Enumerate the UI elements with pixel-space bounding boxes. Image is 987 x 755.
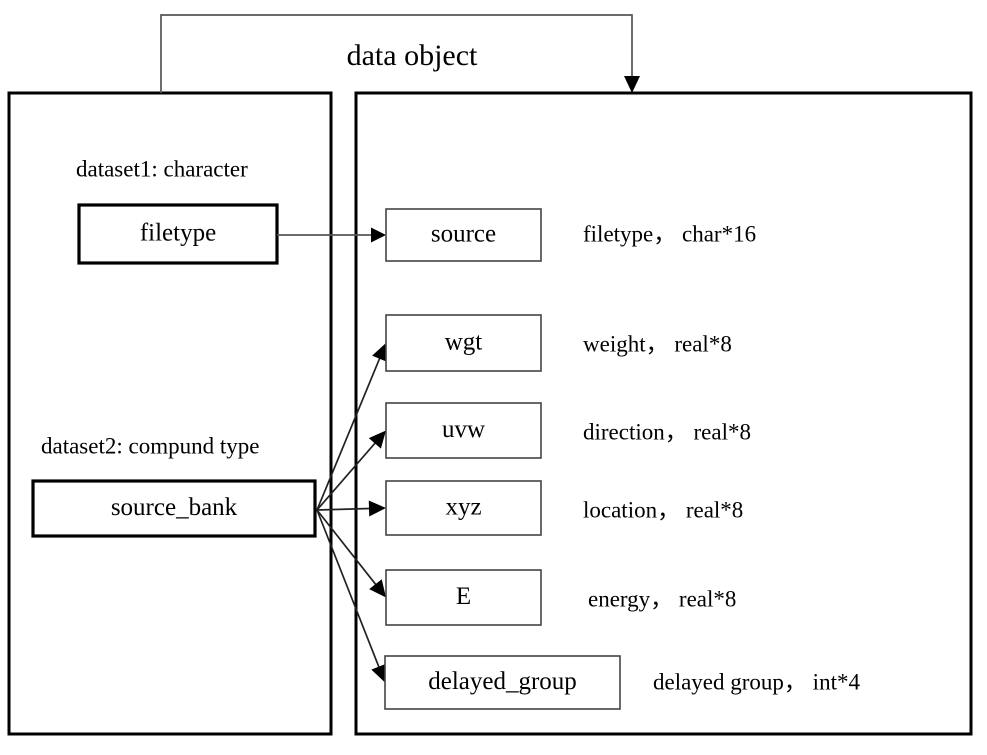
data-object-diagram: data object dataset1: characterfiletyped… bbox=[7, 14, 973, 736]
dataset-label: dataset1: character bbox=[76, 156, 248, 181]
field-box-label: xyz bbox=[445, 494, 481, 521]
field-description: energy， real*8 bbox=[588, 586, 736, 611]
source-node-label: source_bank bbox=[111, 494, 238, 521]
field-description: delayed group， int*4 bbox=[653, 669, 860, 694]
field-description: filetype， char*16 bbox=[583, 221, 756, 246]
field-box-label: delayed_group bbox=[428, 668, 577, 695]
field-description: weight， real*8 bbox=[583, 331, 732, 356]
diagram-root: data object dataset1: character filetype d… bbox=[0, 0, 987, 755]
dataset-group: dataset1: character filetype bbox=[76, 156, 279, 265]
field-description: location， real*8 bbox=[583, 497, 743, 522]
data-object-arrowhead-icon bbox=[624, 76, 640, 93]
dataset-label: dataset2: compund type bbox=[41, 433, 259, 458]
page-title: data object bbox=[347, 39, 478, 72]
left-panel bbox=[7, 91, 333, 736]
source-node-label: filetype bbox=[140, 220, 216, 247]
field-description: direction， real*8 bbox=[583, 419, 751, 444]
field-box-label: uvw bbox=[442, 416, 485, 443]
field-box-label: E bbox=[456, 583, 471, 610]
field-box-label: wgt bbox=[445, 329, 483, 356]
field-box-label: source bbox=[431, 221, 496, 248]
